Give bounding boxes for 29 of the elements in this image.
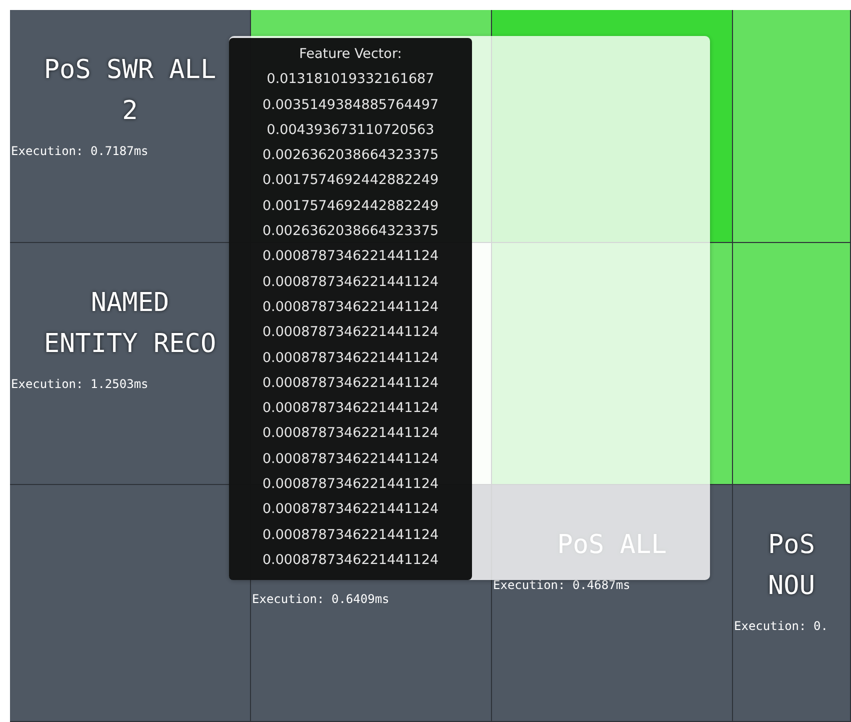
vector-value: 0.0008787346221441124 bbox=[261, 476, 440, 494]
vector-value: 0.0008787346221441124 bbox=[261, 450, 440, 468]
vector-value: 0.0008787346221441124 bbox=[261, 526, 440, 544]
vector-value: 0.0026362038664323375 bbox=[261, 223, 440, 240]
vector-value: 0.0008787346221441124 bbox=[261, 274, 440, 291]
vector-value: 0.0008787346221441124 bbox=[261, 248, 440, 266]
vector-value: 0.0017574692442882249 bbox=[261, 172, 440, 190]
cell-title: PoS NOU bbox=[767, 529, 816, 603]
execution-time: Execution: 0. bbox=[733, 618, 829, 635]
vector-value: 0.0026362038664323375 bbox=[261, 147, 440, 164]
execution-time: Execution: 0.6409ms bbox=[251, 591, 390, 608]
vector-value: 0.0008787346221441124 bbox=[261, 350, 440, 367]
vector-value: 0.0008787346221441124 bbox=[261, 501, 440, 518]
execution-time: Execution: 0.7187ms bbox=[10, 143, 150, 160]
cell-title: PoS SWR ALL 2 bbox=[42, 54, 218, 128]
execution-time: Execution: 1.2503ms bbox=[10, 376, 150, 393]
vector-value: 0.013181019332161687 bbox=[266, 71, 436, 88]
vector-value: 0.0008787346221441124 bbox=[261, 374, 440, 392]
vector-value: 0.004393673110720563 bbox=[266, 122, 436, 139]
vector-value: 0.0008787346221441124 bbox=[261, 400, 440, 418]
execution-time: Execution: 0.4687ms bbox=[492, 577, 632, 594]
vector-value: 0.0008787346221441124 bbox=[261, 552, 440, 569]
vector-value: 0.0035149384885764497 bbox=[261, 96, 440, 114]
vector-value: 0.0008787346221441124 bbox=[261, 324, 440, 342]
vector-value: 0.0008787346221441124 bbox=[261, 298, 440, 316]
tooltip-heading: Feature Vector: bbox=[298, 46, 403, 63]
vector-value: 0.0017574692442882249 bbox=[261, 198, 440, 215]
cell-title: NAMED ENTITY RECO bbox=[42, 287, 218, 361]
vector-value: 0.0008787346221441124 bbox=[261, 425, 440, 442]
